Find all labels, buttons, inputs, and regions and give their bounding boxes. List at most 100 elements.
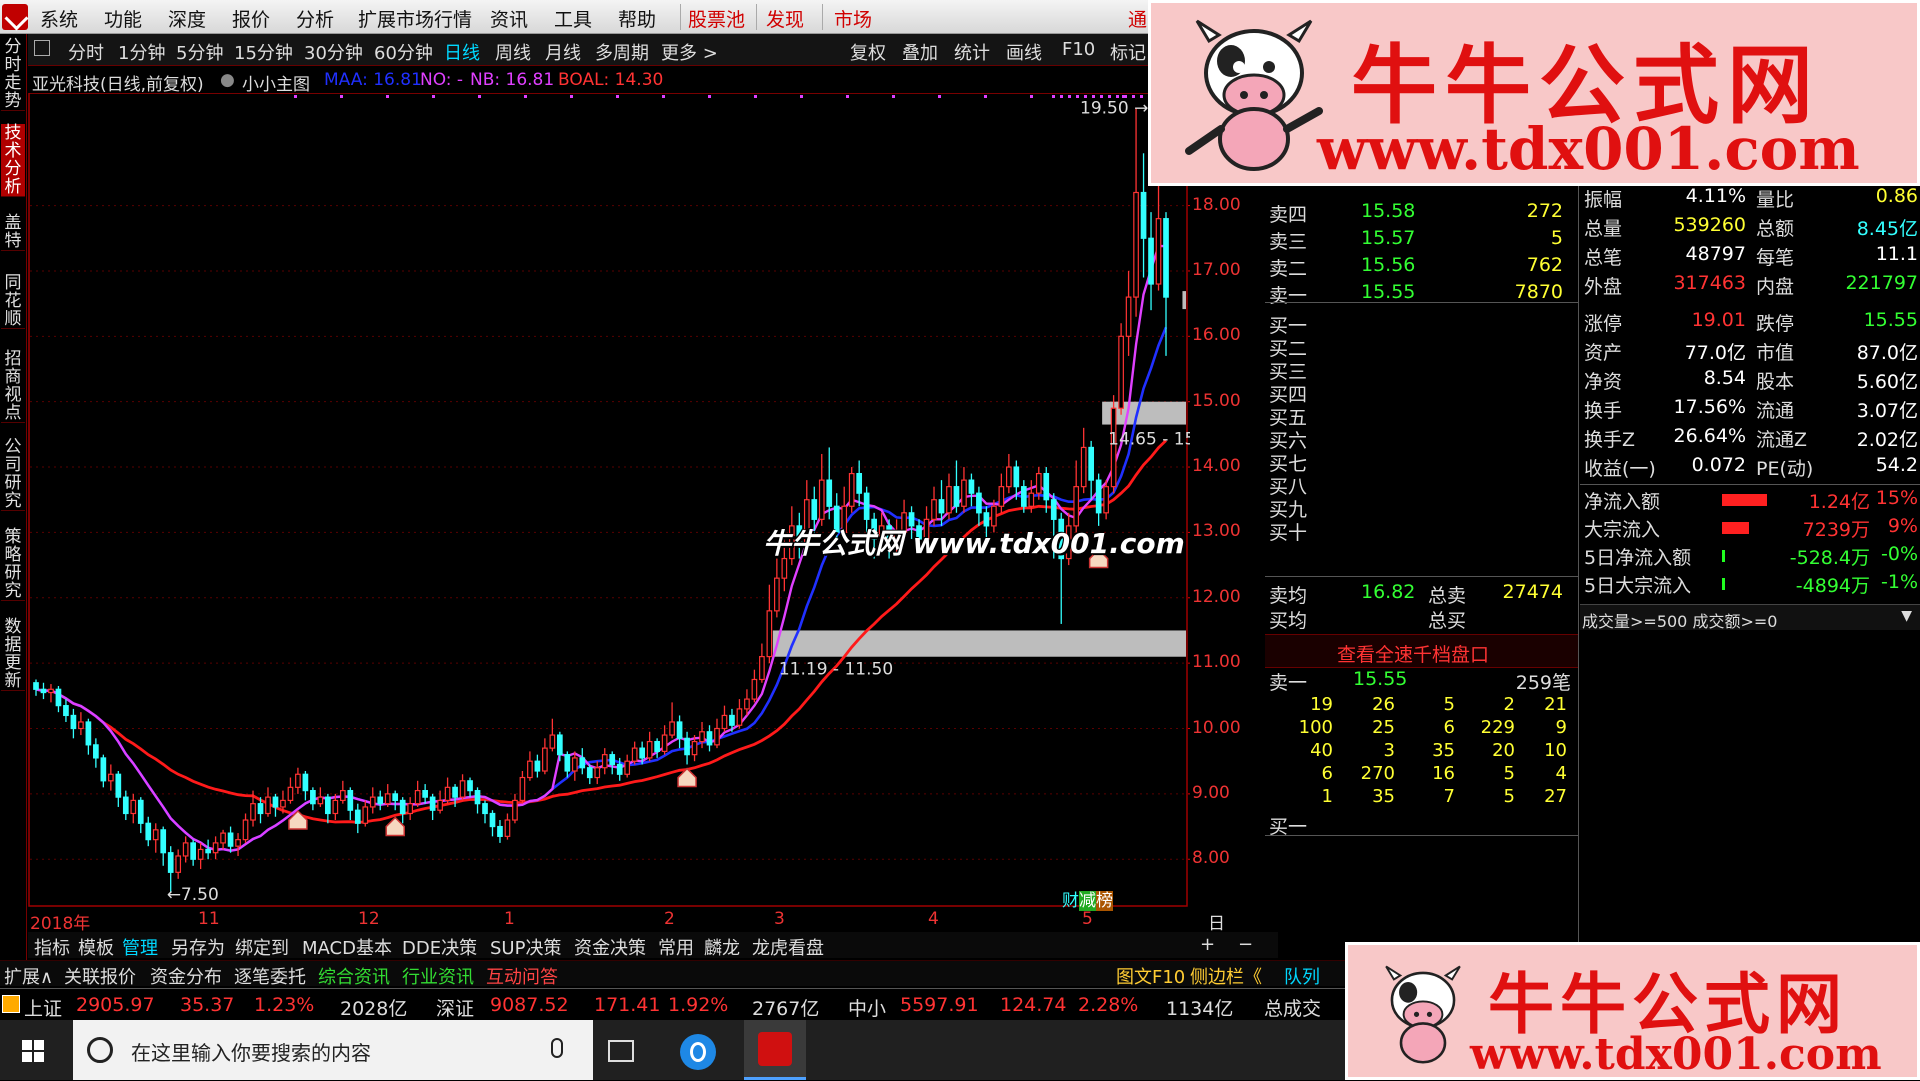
stat-value: 5.60亿 <box>1856 371 1918 393</box>
tag-rank[interactable]: 榜 <box>1096 891 1113 911</box>
period-1min[interactable]: 1分钟 <box>118 39 165 65</box>
btab-dragon-tiger[interactable]: 龙虎看盘 <box>752 934 824 960</box>
btab-dde[interactable]: DDE决策 <box>402 934 477 960</box>
menu-item-news[interactable]: 资讯 <box>490 5 528 32</box>
index-bar-icon[interactable] <box>2 995 20 1013</box>
detail-cell: 35 <box>1432 740 1455 761</box>
period-5min[interactable]: 5分钟 <box>176 39 223 65</box>
menu-item-market[interactable]: 市场 <box>834 5 872 32</box>
left-tab-data-update[interactable]: 数据更新 <box>1 618 25 691</box>
menu-item-depth[interactable]: 深度 <box>168 5 206 32</box>
menu-item-system[interactable]: 系统 <box>40 5 78 32</box>
menu-item-analysis[interactable]: 分析 <box>296 5 334 32</box>
zx-name[interactable]: 中小 <box>848 994 886 1021</box>
btab2-queue[interactable]: 队列 <box>1284 963 1320 989</box>
btab-save-as[interactable]: 另存为 <box>171 934 225 960</box>
indicator-settings-icon[interactable]: ● <box>220 70 235 90</box>
menu-item-tools[interactable]: 工具 <box>554 5 592 32</box>
signal-dot <box>1068 95 1071 98</box>
cortana-icon <box>87 1037 113 1063</box>
kline-chart[interactable]: 19.50 →←7.5011.19 - 11.5014.65 - 1516.6 <box>28 93 1190 907</box>
period-15min[interactable]: 15分钟 <box>234 39 293 65</box>
panel-toggle-icon[interactable] <box>34 40 50 56</box>
btab-template[interactable]: 模板 <box>78 934 114 960</box>
period-monthly[interactable]: 月线 <box>545 39 581 65</box>
btab2-sidebar[interactable]: 侧边栏《 <box>1190 963 1262 989</box>
sh-name[interactable]: 上证 <box>24 994 62 1021</box>
watermark-top: 牛牛公式网 www.tdx001.com <box>1148 0 1920 186</box>
left-tab-strategy[interactable]: 策略研究 <box>1 528 25 601</box>
btab-bind[interactable]: 绑定到 <box>235 934 289 960</box>
btab2-qa[interactable]: 互动问答 <box>486 963 558 989</box>
tdx-app-taskbar-button[interactable] <box>744 1020 806 1080</box>
zoom-out-button[interactable]: − <box>1238 934 1253 955</box>
tool-overlay[interactable]: 叠加 <box>902 39 938 65</box>
stat-value: 4.11% <box>1685 185 1746 207</box>
period-more[interactable]: 更多 > <box>661 39 718 65</box>
btab2-f10[interactable]: 图文F10 <box>1116 963 1185 989</box>
menu-item-help[interactable]: 帮助 <box>618 5 656 32</box>
tool-f10[interactable]: F10 <box>1062 39 1095 60</box>
left-tab-zs-view[interactable]: 招商视点 <box>1 350 25 423</box>
period-30min[interactable]: 30分钟 <box>304 39 363 65</box>
menu-item-function[interactable]: 功能 <box>104 5 142 32</box>
left-tab-timeshare[interactable]: 分时走势 <box>1 38 25 111</box>
indicator-name[interactable]: 小小主图 <box>242 70 310 95</box>
period-multi[interactable]: 多周期 <box>595 39 649 65</box>
windows-start-icon[interactable] <box>22 1040 44 1062</box>
taskbar-search[interactable]: 在这里输入你要搜索的内容 <box>73 1020 593 1080</box>
candle-body <box>1155 218 1162 285</box>
menu-item-stock-pool[interactable]: 股票池 <box>688 5 745 32</box>
btab-linlong[interactable]: 麟龙 <box>704 934 740 960</box>
btab-sup[interactable]: SUP决策 <box>490 934 561 960</box>
filter-bar[interactable]: 成交量>=500 成交额>=0 ▼ <box>1580 604 1920 631</box>
browser-icon[interactable] <box>680 1034 716 1070</box>
btab-macd[interactable]: MACD基本 <box>302 934 392 960</box>
tag-finance[interactable]: 财 <box>1062 891 1079 911</box>
left-tab-technical[interactable]: 技术分析 <box>1 124 25 197</box>
btab2-fund-dist[interactable]: 资金分布 <box>150 963 222 989</box>
stat-value: 3.07亿 <box>1856 400 1918 422</box>
left-tab-ths[interactable]: 同花顺 <box>1 274 25 329</box>
tool-restore-rights[interactable]: 复权 <box>850 39 886 65</box>
tool-mark[interactable]: 标记 <box>1110 39 1146 65</box>
tag-reduce[interactable]: 减 <box>1079 891 1096 911</box>
tool-stats[interactable]: 统计 <box>954 39 990 65</box>
candle-body <box>93 744 99 759</box>
period-weekly[interactable]: 周线 <box>495 39 531 65</box>
candle-body <box>556 734 563 756</box>
btab-common[interactable]: 常用 <box>658 934 694 960</box>
period-60min[interactable]: 60分钟 <box>374 39 433 65</box>
menu-item-tong[interactable]: 通 <box>1128 5 1147 32</box>
btab-manage[interactable]: 管理 <box>122 934 158 960</box>
task-view-icon[interactable] <box>608 1040 634 1062</box>
stat-label: 涨停 <box>1584 313 1623 335</box>
tool-draw[interactable]: 画线 <box>1006 39 1042 65</box>
left-tab-company[interactable]: 公司研究 <box>1 438 25 511</box>
btab2-industry-news[interactable]: 行业资讯 <box>402 963 474 989</box>
microphone-icon[interactable] <box>551 1038 563 1058</box>
candle-body <box>669 721 675 736</box>
app-logo-icon[interactable] <box>2 4 28 30</box>
btab2-related[interactable]: 关联报价 <box>64 963 136 989</box>
btab2-general-news[interactable]: 综合资讯 <box>318 963 390 989</box>
menu-item-quote[interactable]: 报价 <box>232 5 270 32</box>
filter-dropdown-icon[interactable]: ▼ <box>1901 608 1912 624</box>
left-tab-gate[interactable]: 盖特 <box>1 214 25 251</box>
candle-body <box>1020 486 1027 507</box>
period-timeshare[interactable]: 分时 <box>68 39 104 65</box>
candle-body <box>676 721 683 739</box>
btab-fund[interactable]: 资金决策 <box>574 934 646 960</box>
menu-item-ext-market[interactable]: 扩展市场行情 <box>358 5 472 32</box>
btab2-expand[interactable]: 扩展∧ <box>4 963 53 989</box>
zoom-in-button[interactable]: + <box>1200 934 1215 955</box>
btab-indicator[interactable]: 指标 <box>34 934 70 960</box>
btab2-tick-order[interactable]: 逐笔委托 <box>234 963 306 989</box>
thousand-level-link[interactable]: 查看全速千档盘口 <box>1337 640 1489 667</box>
stat-label: 振幅 <box>1584 189 1623 211</box>
period-daily[interactable]: 日线 <box>444 39 480 65</box>
chart-title-line: 亚光科技(日线,前复权) ● 小小主图 MAA: 16.81 NO: - NB:… <box>28 67 1150 95</box>
menu-item-discover[interactable]: 发现 <box>766 5 804 32</box>
kline-chart-svg[interactable]: 19.50 →←7.5011.19 - 11.5014.65 - 1516.6 <box>28 93 1190 907</box>
sz-name[interactable]: 深证 <box>436 994 474 1021</box>
